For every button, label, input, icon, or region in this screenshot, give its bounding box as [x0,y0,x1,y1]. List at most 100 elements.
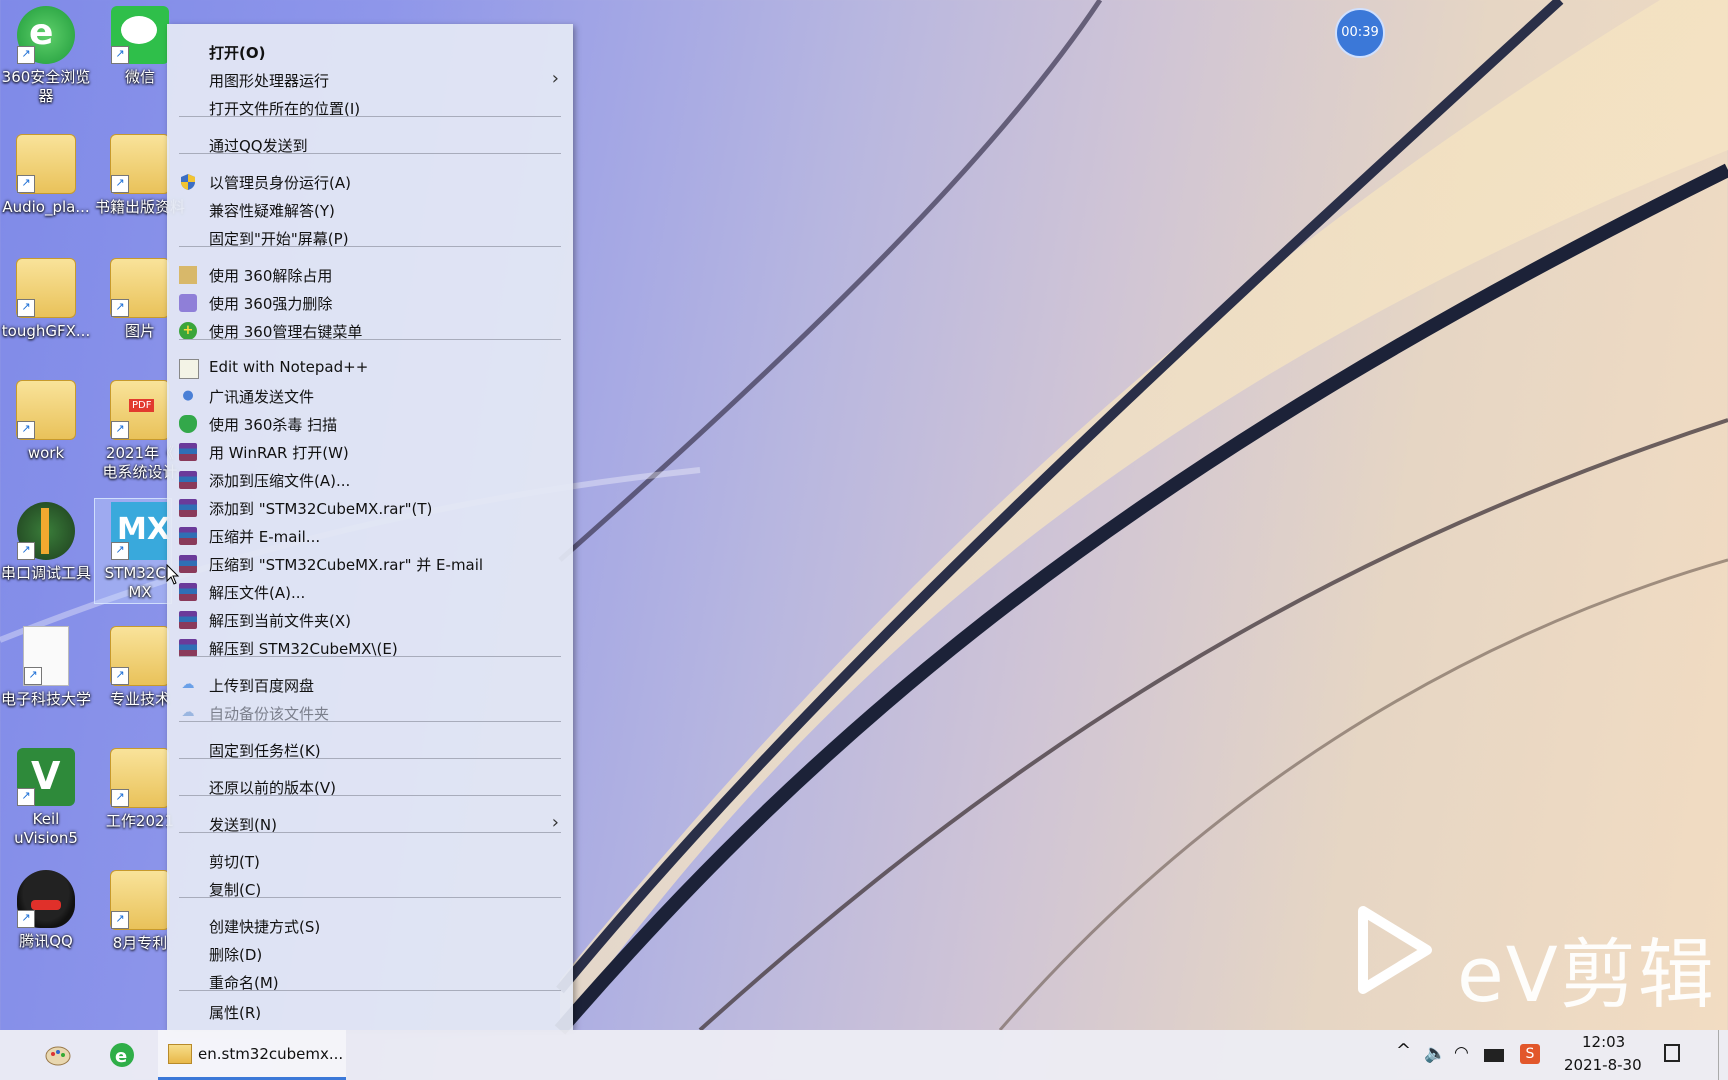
keil-icon: V ↗ [17,748,75,806]
menu-item-extract-to-folder[interactable]: 解压到 STM32CubeMX\(E) [167,634,573,662]
menu-item-extract-files[interactable]: 解压文件(A)... [167,578,573,606]
watermark-text: eV剪辑 [1457,930,1716,1019]
winrar-icon [179,443,197,461]
menu-separator [179,246,561,247]
desktop-icon-work[interactable]: ↗ work [0,380,92,463]
menu-item-extract-here[interactable]: 解压到当前文件夹(X) [167,606,573,634]
menu-item-winrar-open[interactable]: 用 WinRAR 打开(W) [167,438,573,466]
menu-item-label: 用图形处理器运行 [209,72,330,90]
menu-separator [179,832,561,833]
360-delete-icon [179,294,197,312]
menu-item-add-to-rar[interactable]: 添加到 "STM32CubeMX.rar"(T) [167,494,573,522]
chevron-up-icon[interactable]: ^ [1396,1040,1411,1061]
360-browser-icon: e ↗ [17,6,75,64]
menu-item-open[interactable]: 打开(O) [167,38,573,66]
menu-item-label: 添加到压缩文件(A)... [209,472,351,490]
menu-item-pin-to-start[interactable]: 固定到"开始"屏幕(P) [167,224,573,252]
menu-item-delete[interactable]: 删除(D) [167,940,573,968]
menu-item-run-as-admin[interactable]: 以管理员身份运行(A) [167,168,573,196]
menu-item-run-with-gpu[interactable]: 用图形处理器运行 › [167,66,573,94]
menu-item-label: 以管理员身份运行(A) [209,174,351,192]
menu-item-label: 兼容性疑难解答(Y) [209,202,335,220]
menu-item-label: 解压到当前文件夹(X) [209,612,351,630]
desktop-icon-label: Keil uVision5 [14,810,78,847]
desktop-icon-label: 电子科技大学 [0,690,91,708]
sogou-ime-icon[interactable]: S [1520,1044,1540,1064]
ev-watermark: eV剪辑 [1355,905,1714,1019]
menu-item-create-shortcut[interactable]: 创建快捷方式(S) [167,912,573,940]
pdf-folder-icon: PDF ↗ [110,380,170,440]
start-area[interactable] [0,1030,10,1080]
menu-item-copy[interactable]: 复制(C) [167,875,573,903]
menu-separator [179,656,561,657]
menu-item-edit-notepadpp[interactable]: Edit with Notepad++ [167,354,573,382]
menu-item-label: 压缩到 "STM32CubeMX.rar" 并 E-mail [209,556,484,574]
chevron-right-icon: › [551,68,559,89]
360-menu-icon: + [179,322,197,340]
menu-item-rename[interactable]: 重命名(M) [167,968,573,996]
menu-item-360-scan[interactable]: 使用 360杀毒 扫描 [167,410,573,438]
folder-icon: ↗ [110,258,170,318]
menu-separator [179,721,561,722]
menu-item-360-unlock[interactable]: 使用 360解除占用 [167,261,573,289]
qq-icon: ↗ [17,870,75,928]
menu-item-pin-to-taskbar[interactable]: 固定到任务栏(K) [167,736,573,764]
desktop-icon-toughgfx[interactable]: ↗ toughGFX... [0,258,92,341]
menu-separator [179,758,561,759]
menu-item-360-force-delete[interactable]: 使用 360强力删除 [167,289,573,317]
shield-icon [179,173,197,191]
folder-icon: ↗ [110,748,170,808]
menu-item-label: 打开(O) [209,44,266,62]
menu-item-restore-previous[interactable]: 还原以前的版本(V) [167,773,573,801]
volume-icon[interactable]: 🔈 [1424,1043,1446,1064]
notepad-icon [179,359,199,379]
menu-item-send-to[interactable]: 发送到(N) › [167,810,573,838]
menu-item-label: Edit with Notepad++ [209,358,369,376]
360-antivirus-icon [179,415,197,433]
menu-item-send-via-qq[interactable]: 通过QQ发送到 [167,131,573,159]
menu-item-properties[interactable]: 属性(R) [167,998,573,1026]
folder-icon: ↗ [16,134,76,194]
menu-item-label: 剪切(T) [209,853,260,871]
desktop-icon-qq[interactable]: ↗ 腾讯QQ [0,870,92,951]
desktop-icon-label: work [27,444,65,462]
gxt-icon: ● [182,388,194,403]
desktop-icon-keil[interactable]: V ↗ Keil uVision5 [0,748,92,848]
folder-icon: ↗ [16,258,76,318]
window-title: en.stm32cubemx... [198,1045,344,1063]
paint-app-taskbar-icon[interactable] [40,1030,76,1080]
menu-item-compress-email[interactable]: 压缩并 E-mail... [167,522,573,550]
winrar-icon [179,555,197,573]
menu-item-360-manage-menu[interactable]: + 使用 360管理右键菜单 [167,317,573,345]
show-desktop-button[interactable] [1718,1030,1728,1080]
menu-item-label: 创建快捷方式(S) [209,918,321,936]
winrar-icon [179,611,197,629]
menu-item-label: 解压文件(A)... [209,584,306,602]
menu-separator [179,990,561,991]
context-menu: 打开(O) 用图形处理器运行 › 打开文件所在的位置(I) 通过QQ发送到 以管理… [167,24,573,1030]
winrar-icon [179,527,197,545]
menu-item-add-to-archive[interactable]: 添加到压缩文件(A)... [167,466,573,494]
menu-item-cut[interactable]: 剪切(T) [167,847,573,875]
menu-item-open-file-location[interactable]: 打开文件所在的位置(I) [167,94,573,122]
desktop-icon-serial-tool[interactable]: ↗ 串口调试工具 [0,502,92,583]
desktop-icon-360-browser[interactable]: e ↗ 360安全浏览 器 [0,6,92,106]
notification-icon[interactable] [1664,1044,1680,1062]
menu-item-gxt-send[interactable]: ● 广讯通发送文件 [167,382,573,410]
taskbar: e en.stm32cubemx... ^ 🔈 ◠ S 12:03 2021-8… [0,1030,1728,1080]
menu-item-compress-rar-email[interactable]: 压缩到 "STM32CubeMX.rar" 并 E-mail [167,550,573,578]
clock[interactable]: 12:03 2021-8-30 [1560,1030,1644,1080]
menu-item-label: 上传到百度网盘 [209,677,315,695]
explorer-window-taskbar-button[interactable]: en.stm32cubemx... [158,1030,346,1080]
desktop-icon-label: 360安全浏览 器 [1,68,91,105]
desktop-icon-audio-pla[interactable]: ↗ Audio_pla... [0,134,92,217]
desktop-icon-label: 串口调试工具 [0,564,91,582]
wifi-icon[interactable]: ◠ [1454,1043,1469,1063]
clock-time: 12:03 [1582,1033,1626,1051]
menu-item-compat-troubleshoot[interactable]: 兼容性疑难解答(Y) [167,196,573,224]
menu-item-upload-baidu[interactable]: ☁ 上传到百度网盘 [167,671,573,699]
recording-timer-badge: 00:39 [1335,8,1385,58]
desktop-icon-uestc[interactable]: ↗ 电子科技大学 [0,626,92,709]
360-browser-taskbar-icon[interactable]: e [104,1030,140,1080]
battery-icon[interactable] [1484,1049,1504,1062]
